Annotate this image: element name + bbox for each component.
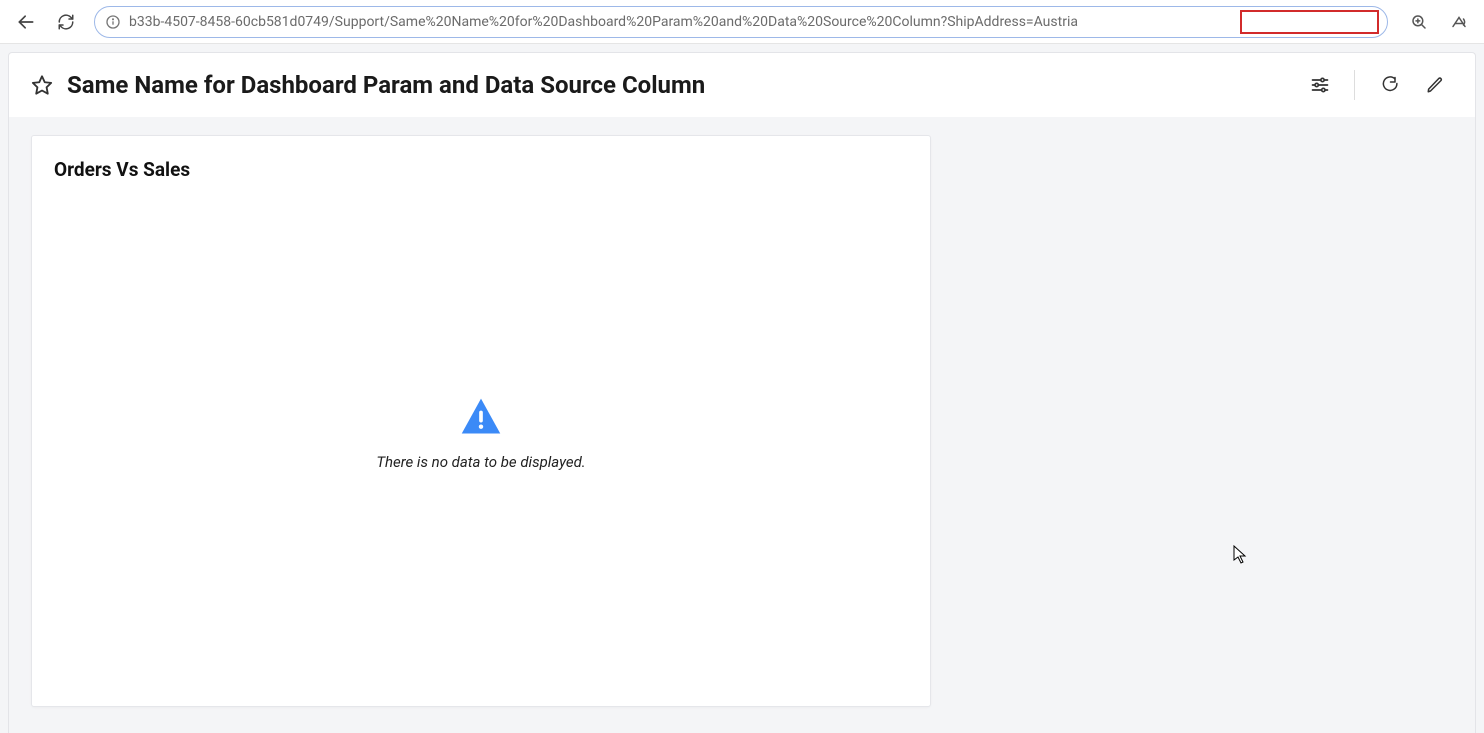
zoom-icon[interactable] xyxy=(1402,5,1436,39)
widget-title: Orders Vs Sales xyxy=(54,158,908,181)
site-info-icon[interactable] xyxy=(105,14,121,30)
favorite-star-icon[interactable] xyxy=(31,74,53,96)
widget-orders-vs-sales: Orders Vs Sales There is no data to be d… xyxy=(31,135,931,707)
header-actions xyxy=(1302,67,1453,103)
back-button[interactable] xyxy=(8,4,44,40)
filter-settings-icon[interactable] xyxy=(1302,67,1338,103)
read-aloud-icon[interactable] xyxy=(1442,5,1476,39)
browser-right-icons xyxy=(1398,5,1476,39)
page-body: Same Name for Dashboard Param and Data S… xyxy=(0,44,1484,733)
browser-toolbar: b33b-4507-8458-60cb581d0749/Support/Same… xyxy=(0,0,1484,44)
no-data-message: There is no data to be displayed. xyxy=(376,453,585,471)
page-title: Same Name for Dashboard Param and Data S… xyxy=(67,71,1288,99)
widget-body: There is no data to be displayed. xyxy=(54,181,908,684)
page-inner: Same Name for Dashboard Param and Data S… xyxy=(8,52,1476,733)
edit-icon[interactable] xyxy=(1417,67,1453,103)
warning-icon xyxy=(459,395,503,443)
page-header: Same Name for Dashboard Param and Data S… xyxy=(9,53,1475,117)
header-divider xyxy=(1354,70,1355,100)
address-bar[interactable]: b33b-4507-8458-60cb581d0749/Support/Same… xyxy=(94,6,1388,38)
refresh-dashboard-icon[interactable] xyxy=(1371,67,1407,103)
url-text[interactable]: b33b-4507-8458-60cb581d0749/Support/Same… xyxy=(129,14,1377,30)
refresh-button[interactable] xyxy=(48,4,84,40)
content-area: Orders Vs Sales There is no data to be d… xyxy=(9,117,1475,733)
